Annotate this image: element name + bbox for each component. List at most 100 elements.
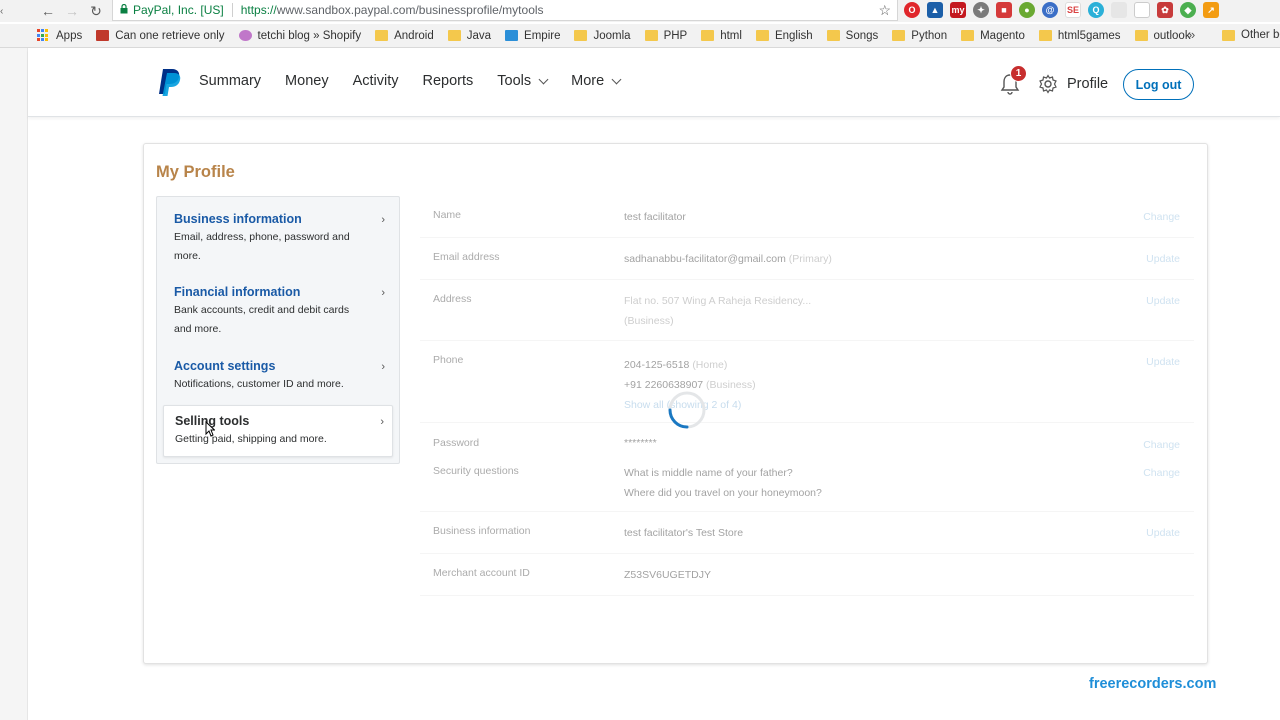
chart-ext-icon[interactable]: ↗ [1203, 2, 1219, 18]
url-scheme: https:// [240, 3, 277, 17]
sidebar-item-selling-tools[interactable]: Selling tools Getting paid, shipping and… [163, 405, 393, 457]
detail-value: sadhanabbu-facilitator@gmail.com (Primar… [624, 253, 832, 265]
myntra-icon[interactable]: my [950, 2, 966, 18]
detail-label: Address [433, 293, 472, 305]
nav-tools[interactable]: Tools [497, 73, 549, 89]
logout-button[interactable]: Log out [1123, 69, 1194, 100]
bookmark-folder[interactable]: English [755, 30, 813, 42]
bookmark-folder[interactable]: Joomla [574, 30, 631, 42]
side-arrow-icon: ‹ [0, 5, 4, 17]
bookmark-folder[interactable]: html [701, 30, 742, 42]
profile-sidebar: Business information Email, address, pho… [156, 196, 400, 464]
folder-icon [961, 30, 975, 41]
bookmark-item[interactable]: tetchi blog » Shopify [238, 30, 361, 42]
folder-icon [574, 30, 588, 41]
paypal-logo-icon[interactable] [157, 67, 183, 97]
page-ext-icon[interactable] [1134, 2, 1150, 18]
folder-icon [1134, 30, 1148, 41]
main-nav: Summary Money Activity Reports Tools Mor… [199, 73, 644, 89]
detail-label: Merchant account ID [433, 567, 530, 579]
gear-icon[interactable] [1038, 74, 1058, 94]
back-icon[interactable]: ← [36, 0, 60, 22]
globe-ext-icon[interactable]: ● [1019, 2, 1035, 18]
url-input[interactable]: PayPal, Inc. [US] https:// www.sandbox.p… [112, 0, 898, 21]
bookmarks-bar: Apps Can one retrieve only tetchi blog »… [0, 24, 1280, 48]
extension-icon[interactable]: ▲ [927, 2, 943, 18]
nav-summary[interactable]: Summary [199, 73, 261, 89]
page-icon [238, 30, 252, 41]
blank-ext-icon[interactable] [1111, 2, 1127, 18]
folder-icon [826, 30, 840, 41]
change-security-link[interactable]: Change [1143, 467, 1180, 479]
paypal-header: Summary Money Activity Reports Tools Mor… [28, 49, 1280, 117]
profile-details: Name test facilitator Change Email addre… [420, 196, 1194, 596]
bookmark-star-icon[interactable]: ☆ [878, 2, 891, 19]
folder-icon [755, 30, 769, 41]
chevron-right-icon: › [381, 214, 385, 226]
detail-value: What is middle name of your father? Wher… [624, 467, 822, 499]
detail-row-name: Name test facilitator Change [420, 196, 1194, 238]
bookmark-folder[interactable]: Songs [826, 30, 878, 42]
folder-icon [1222, 29, 1235, 41]
forward-icon[interactable]: → [60, 0, 84, 22]
bookmark-ext-icon[interactable]: ■ [996, 2, 1012, 18]
page-icon [505, 30, 519, 41]
bookmark-item[interactable]: Can one retrieve only [96, 30, 225, 42]
nav-activity[interactable]: Activity [353, 73, 399, 89]
apps-icon [37, 29, 50, 42]
sidebar-item-account-settings[interactable]: Account settings Notifications, customer… [163, 359, 393, 399]
update-phone-link[interactable]: Update [1146, 356, 1180, 368]
detail-row-password-security: Password ******** Change Security questi… [420, 423, 1194, 512]
chrome-ext-icon[interactable]: ◆ [1180, 2, 1196, 18]
bookmark-folder[interactable]: Java [447, 30, 491, 42]
update-email-link[interactable]: Update [1146, 253, 1180, 265]
change-name-link[interactable]: Change [1143, 211, 1180, 223]
detail-row-merchant-id: Merchant account ID Z53SV6UGETDJY [420, 554, 1194, 596]
sidebar-item-financial-information[interactable]: Financial information Bank accounts, cre… [163, 285, 393, 345]
settings-ext-icon[interactable]: ✦ [973, 2, 989, 18]
folder-icon [644, 30, 658, 41]
detail-row-email: Email address sadhanabbu-facilitator@gma… [420, 238, 1194, 280]
update-business-link[interactable]: Update [1146, 527, 1180, 539]
update-address-link[interactable]: Update [1146, 295, 1180, 307]
profile-link[interactable]: Profile [1067, 76, 1108, 92]
detail-value: test facilitator's Test Store [624, 527, 744, 539]
text-ext-icon[interactable]: SE [1065, 2, 1081, 18]
bookmark-folder[interactable]: Magento [961, 30, 1025, 42]
bookmark-folder[interactable]: Python [892, 30, 947, 42]
detail-row-business: Business information test facilitator's … [420, 512, 1194, 554]
chevron-down-icon [538, 74, 549, 84]
search-ext-icon[interactable]: Q [1088, 2, 1104, 18]
nav-money[interactable]: Money [285, 73, 329, 89]
bookmark-folder[interactable]: html5games [1038, 30, 1121, 42]
page-icon [96, 30, 110, 41]
bookmark-folder[interactable]: Android [375, 30, 434, 42]
detail-row-address: Address Flat no. 507 Wing A Raheja Resid… [420, 280, 1194, 341]
bookmark-apps[interactable]: Apps [37, 29, 82, 42]
nav-reports[interactable]: Reports [423, 73, 474, 89]
other-bookmarks[interactable]: Other bo [1222, 29, 1280, 41]
detail-row-phone: Phone 204-125-6518 (Home) +91 2260638907… [420, 341, 1194, 423]
detail-value: Flat no. 507 Wing A Raheja Residency...(… [624, 295, 812, 327]
opera-icon[interactable]: O [904, 2, 920, 18]
detail-label: Password [433, 437, 480, 449]
at-ext-icon[interactable]: @ [1042, 2, 1058, 18]
more-bookmarks-icon[interactable]: » [1188, 27, 1195, 42]
lock-icon [117, 3, 131, 17]
bookmark-folder[interactable]: outlook [1134, 30, 1191, 42]
puzzle-ext-icon[interactable]: ✿ [1157, 2, 1173, 18]
sidebar-item-business-information[interactable]: Business information Email, address, pho… [163, 212, 393, 272]
detail-label: Business information [433, 525, 531, 537]
chevron-right-icon: › [381, 361, 385, 373]
folder-icon [375, 30, 389, 41]
change-password-link[interactable]: Change [1143, 439, 1180, 451]
bookmark-folder[interactable]: PHP [644, 30, 687, 42]
bookmark-item[interactable]: Empire [505, 30, 560, 42]
detail-value: Z53SV6UGETDJY [624, 569, 711, 581]
url-path: www.sandbox.paypal.com/businessprofile/m… [276, 3, 544, 17]
page-title: My Profile [156, 163, 235, 181]
left-scroll-strip [0, 48, 28, 720]
nav-more[interactable]: More [571, 73, 622, 89]
loading-spinner-icon [668, 391, 706, 429]
reload-icon[interactable]: ↻ [84, 0, 108, 22]
